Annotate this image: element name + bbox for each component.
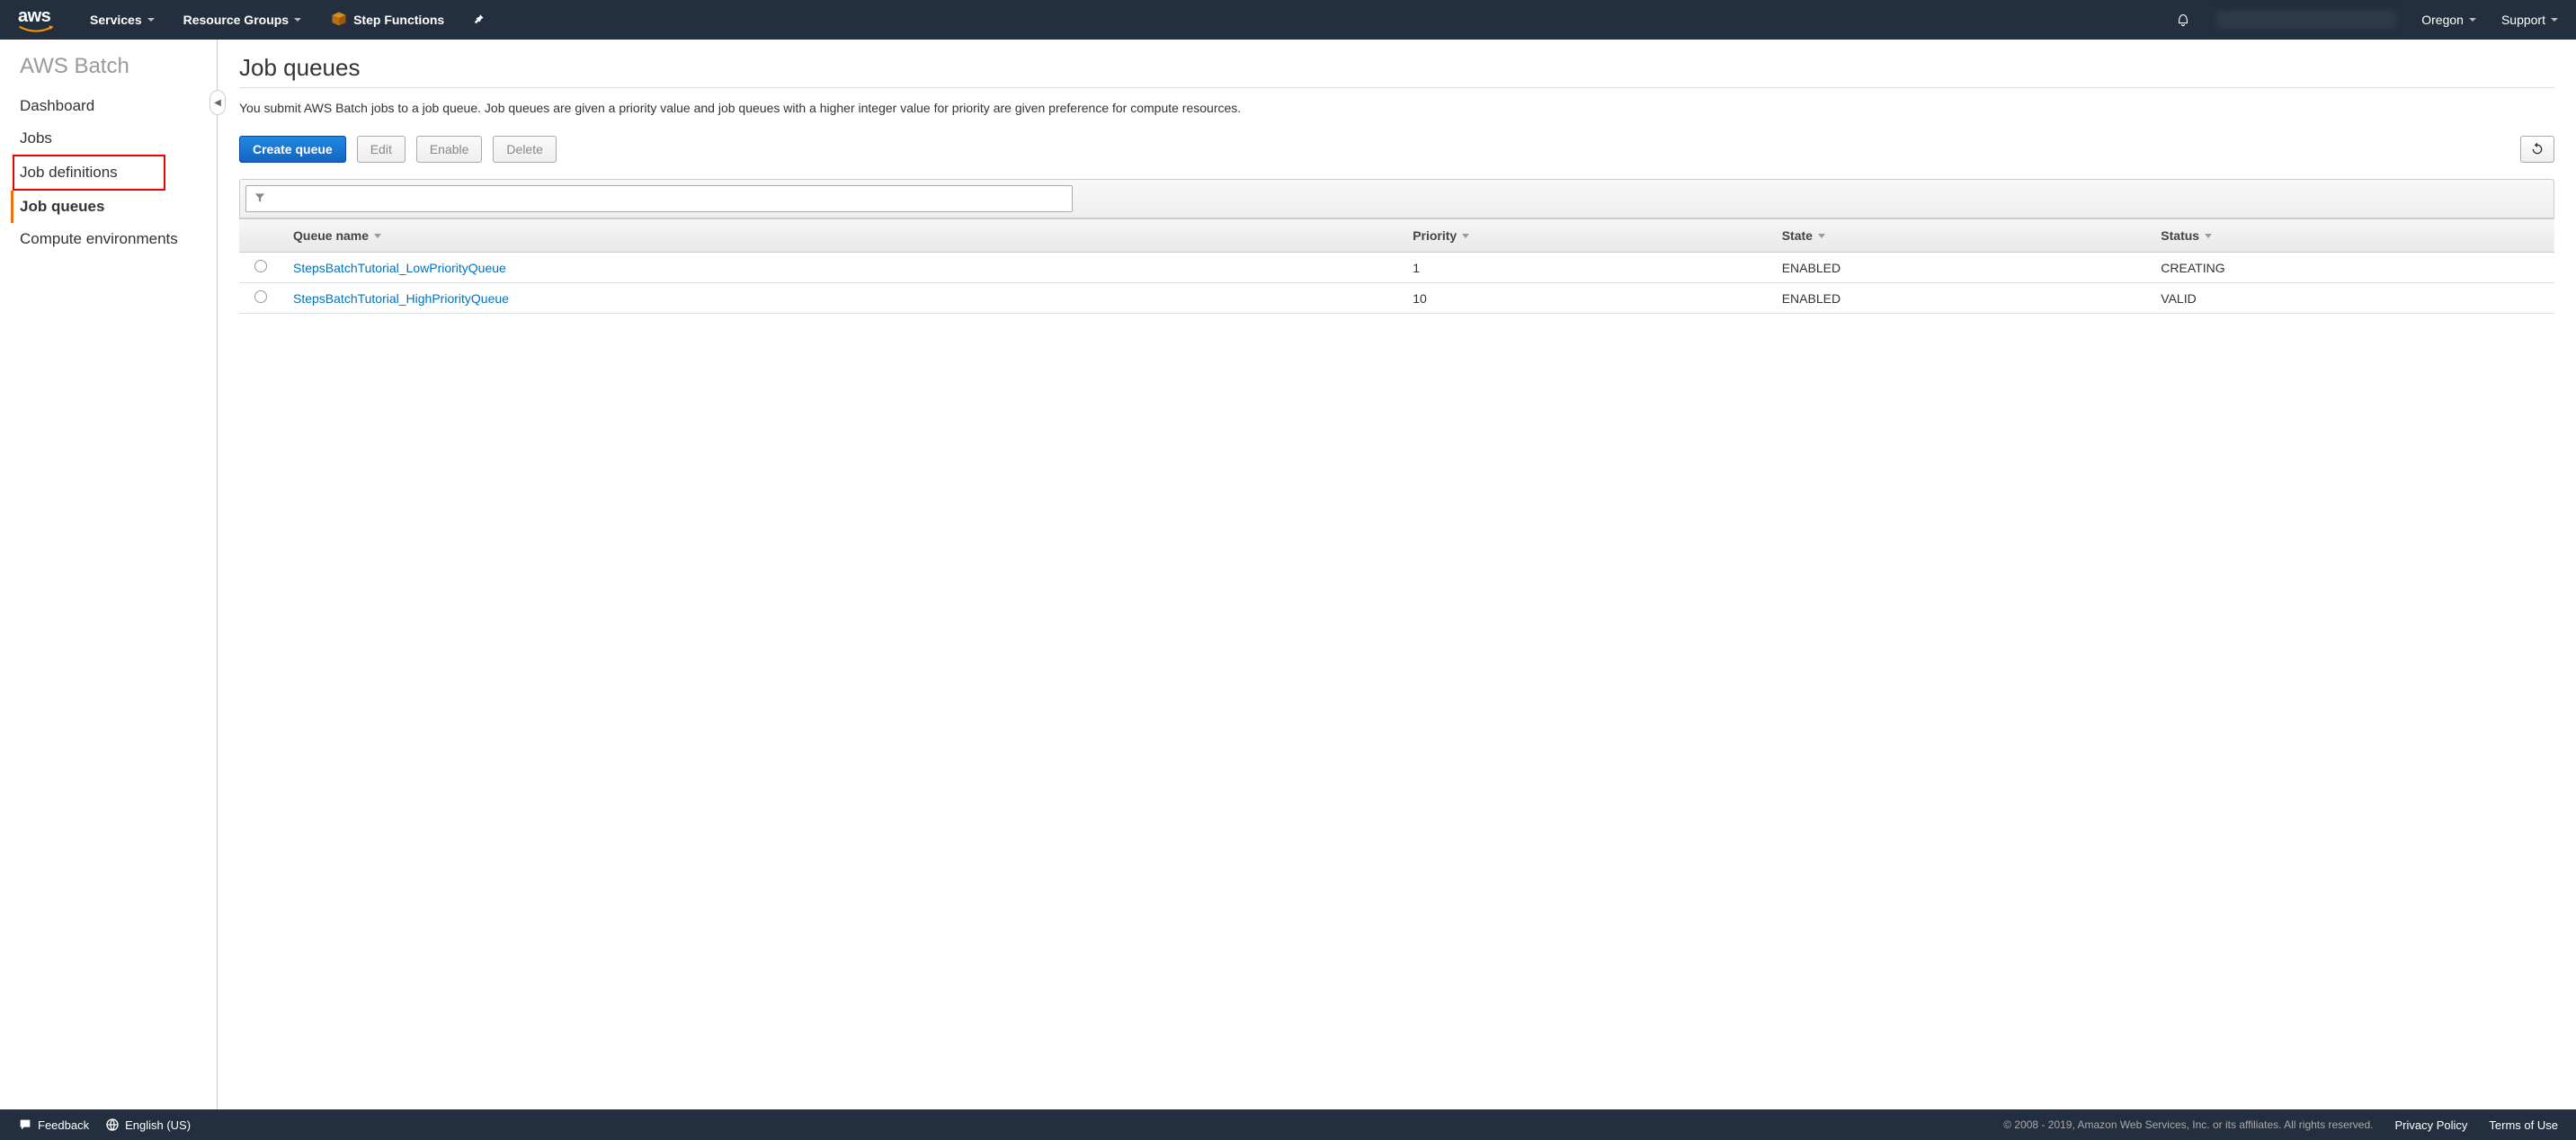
- services-label: Services: [90, 13, 142, 27]
- step-functions-icon: [330, 10, 348, 31]
- support-label: Support: [2501, 13, 2545, 27]
- globe-icon: [105, 1118, 120, 1132]
- sidebar: AWS Batch Dashboard Jobs Job definitions…: [0, 40, 218, 1109]
- sidebar-title: AWS Batch: [20, 54, 217, 79]
- row-radio[interactable]: [254, 290, 267, 303]
- footer: Feedback English (US) © 2008 - 2019, Ama…: [0, 1109, 2576, 1140]
- cell-queue-name: StepsBatchTutorial_HighPriorityQueue: [282, 283, 1402, 314]
- cell-priority: 1: [1402, 253, 1771, 283]
- col-queue-name-label: Queue name: [293, 228, 369, 243]
- row-select-cell: [239, 253, 282, 283]
- sort-icon: [2205, 234, 2212, 238]
- delete-button[interactable]: Delete: [493, 136, 556, 163]
- speech-bubble-icon: [18, 1118, 32, 1132]
- sort-icon: [1462, 234, 1469, 238]
- table-row[interactable]: StepsBatchTutorial_HighPriorityQueue 10EN…: [239, 283, 2554, 314]
- resource-groups-label: Resource Groups: [183, 13, 289, 27]
- refresh-button[interactable]: [2520, 136, 2554, 163]
- row-radio[interactable]: [254, 260, 267, 272]
- job-queues-table: Queue name Priority State Status StepsBa…: [239, 218, 2554, 314]
- sidebar-item-compute-environments[interactable]: Compute environments: [20, 223, 217, 255]
- account-info[interactable]: [2216, 11, 2396, 29]
- privacy-link[interactable]: Privacy Policy: [2395, 1118, 2468, 1132]
- chevron-down-icon: [2469, 18, 2476, 22]
- filter-input-wrap[interactable]: [245, 185, 1073, 212]
- toolbar: Create queue Edit Enable Delete: [239, 136, 2554, 163]
- refresh-icon: [2530, 142, 2545, 156]
- cell-state: ENABLED: [1771, 283, 2151, 314]
- queue-name-link[interactable]: StepsBatchTutorial_HighPriorityQueue: [293, 291, 509, 306]
- terms-link[interactable]: Terms of Use: [2489, 1118, 2558, 1132]
- sidebar-item-job-definitions[interactable]: Job definitions: [13, 155, 165, 191]
- queue-name-link[interactable]: StepsBatchTutorial_LowPriorityQueue: [293, 261, 506, 275]
- cell-status: VALID: [2150, 283, 2554, 314]
- region-label: Oregon: [2421, 13, 2464, 27]
- support-menu[interactable]: Support: [2501, 13, 2558, 27]
- create-queue-button[interactable]: Create queue: [239, 136, 346, 163]
- chevron-down-icon: [294, 18, 301, 22]
- sidebar-collapse-handle[interactable]: ◀: [209, 90, 226, 115]
- aws-logo-text: aws: [18, 6, 54, 27]
- col-priority[interactable]: Priority: [1402, 219, 1771, 253]
- divider: [239, 87, 2554, 88]
- page-description: You submit AWS Batch jobs to a job queue…: [239, 99, 2554, 118]
- step-functions-label: Step Functions: [353, 13, 444, 27]
- feedback-link[interactable]: Feedback: [18, 1118, 89, 1132]
- chevron-down-icon: [147, 18, 155, 22]
- col-state[interactable]: State: [1771, 219, 2151, 253]
- col-queue-name[interactable]: Queue name: [282, 219, 1402, 253]
- filter-icon: [254, 191, 266, 207]
- notifications-icon[interactable]: [2175, 11, 2191, 30]
- edit-button[interactable]: Edit: [357, 136, 406, 163]
- chevron-down-icon: [2551, 18, 2558, 22]
- language-label: English (US): [125, 1118, 191, 1132]
- enable-button[interactable]: Enable: [416, 136, 483, 163]
- resource-groups-menu[interactable]: Resource Groups: [183, 13, 301, 27]
- table-row[interactable]: StepsBatchTutorial_LowPriorityQueue 1ENAB…: [239, 253, 2554, 283]
- col-status-label: Status: [2161, 228, 2199, 243]
- cell-queue-name: StepsBatchTutorial_LowPriorityQueue: [282, 253, 1402, 283]
- col-priority-label: Priority: [1413, 228, 1457, 243]
- top-nav: aws Services Resource Groups Step Functi…: [0, 0, 2576, 40]
- language-selector[interactable]: English (US): [105, 1118, 191, 1132]
- sidebar-item-dashboard[interactable]: Dashboard: [20, 90, 217, 122]
- topnav-menu: Services Resource Groups Step Functions: [90, 10, 2175, 31]
- col-status[interactable]: Status: [2150, 219, 2554, 253]
- main-content: Job queues You submit AWS Batch jobs to …: [218, 40, 2576, 1109]
- row-select-cell: [239, 283, 282, 314]
- aws-logo[interactable]: aws: [18, 6, 54, 34]
- pin-icon[interactable]: [473, 13, 486, 28]
- cell-priority: 10: [1402, 283, 1771, 314]
- cell-state: ENABLED: [1771, 253, 2151, 283]
- copyright-text: © 2008 - 2019, Amazon Web Services, Inc.…: [2003, 1118, 2373, 1131]
- sidebar-item-jobs[interactable]: Jobs: [20, 122, 217, 155]
- cell-status: CREATING: [2150, 253, 2554, 283]
- col-state-label: State: [1782, 228, 1813, 243]
- filter-input[interactable]: [272, 191, 1065, 206]
- topnav-right: Oregon Support: [2175, 11, 2558, 30]
- sort-icon: [374, 234, 381, 238]
- sort-icon: [1818, 234, 1825, 238]
- filter-bar: [239, 179, 2554, 218]
- sidebar-item-job-queues[interactable]: Job queues: [11, 191, 217, 223]
- step-functions-shortcut[interactable]: Step Functions: [330, 10, 444, 31]
- feedback-label: Feedback: [38, 1118, 89, 1132]
- page-title: Job queues: [239, 54, 2554, 82]
- services-menu[interactable]: Services: [90, 13, 155, 27]
- region-selector[interactable]: Oregon: [2421, 13, 2476, 27]
- col-select: [239, 219, 282, 253]
